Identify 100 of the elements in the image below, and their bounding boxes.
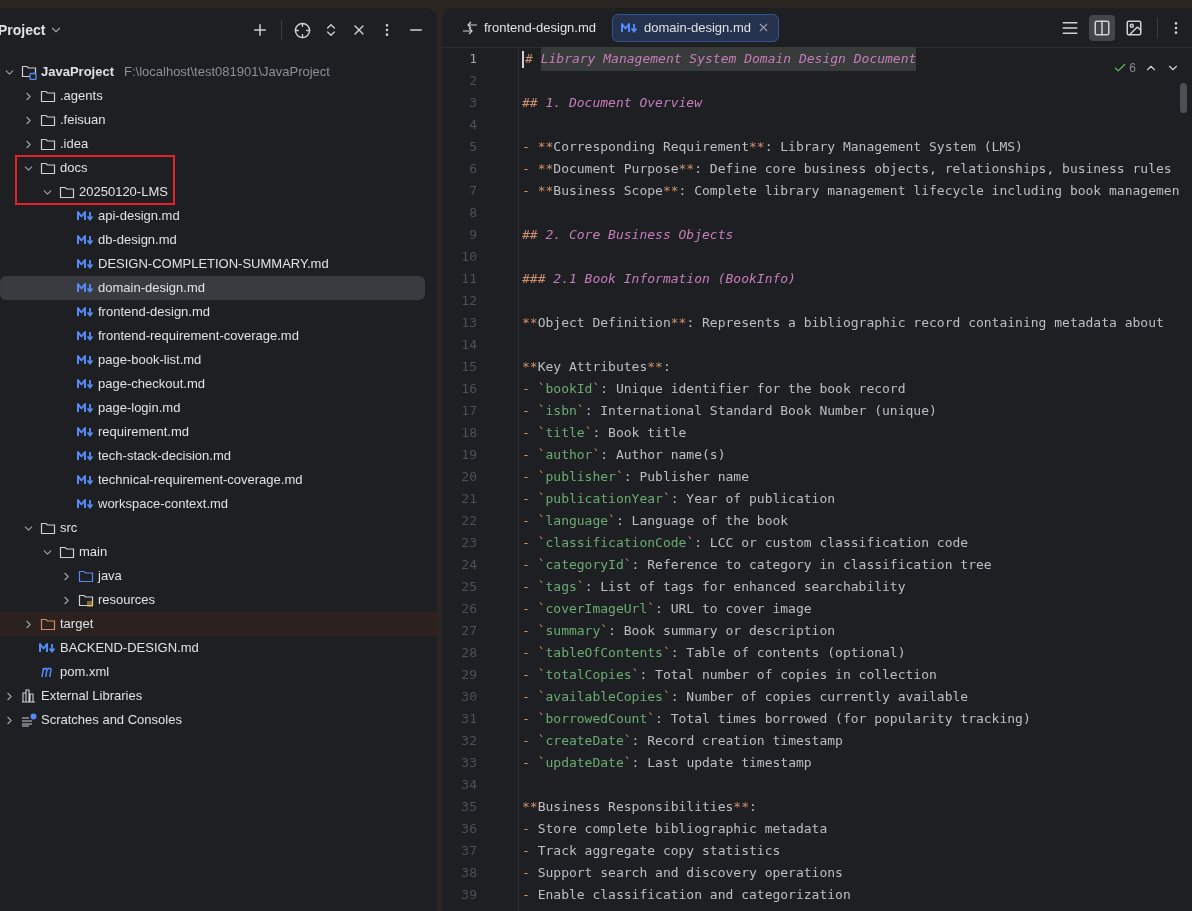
markdown-icon [77, 427, 94, 437]
code-text: - ` [522, 644, 546, 663]
tree-item[interactable]: BACKEND-DESIGN.md [0, 636, 437, 660]
tree-item-label: docs [60, 159, 88, 178]
tree-item-label: tech-stack-decision.md [98, 447, 231, 466]
folder-icon [39, 161, 56, 175]
code-text: - ` [522, 754, 546, 773]
tree-item[interactable]: java [0, 564, 437, 588]
tree-item[interactable]: frontend-design.md [0, 300, 437, 324]
tree-item[interactable]: main [0, 540, 437, 564]
editor-tab[interactable]: frontend-design.md [454, 13, 604, 42]
code-text: - ` [522, 446, 546, 465]
code-text: ` [576, 578, 585, 597]
tree-item[interactable]: External Libraries [0, 684, 437, 708]
code-text: summary [545, 622, 601, 641]
markdown-icon [77, 499, 94, 509]
library-icon [21, 689, 36, 703]
scrollbar[interactable] [1180, 83, 1187, 113]
code-text: 2.1 Book Information (BookInfo) [553, 270, 796, 289]
code-text: ` [592, 380, 601, 399]
tree-item-label: resources [98, 591, 156, 610]
folder-icon [39, 521, 56, 535]
tree-item-label: 20250120-LMS [79, 183, 168, 202]
tree-item-label: domain-design.md [98, 279, 205, 298]
code-text: language [545, 512, 609, 531]
tree-item[interactable]: api-design.md [0, 204, 437, 228]
code-text: title [545, 424, 585, 443]
code-text: - ** [522, 182, 554, 201]
folder-icon [39, 617, 56, 631]
tree-item[interactable]: tech-stack-decision.md [0, 444, 437, 468]
code-text: - ` [522, 424, 546, 443]
code-text: ** [733, 798, 749, 817]
code-text: ` [623, 754, 632, 773]
code-text: Support search and discovery operations [537, 864, 843, 883]
tree-item[interactable]: src [0, 516, 437, 540]
tree-item[interactable]: page-login.md [0, 396, 437, 420]
code-text: 2. Core Business Objects [545, 226, 734, 245]
tree-item-label: technical-requirement-coverage.md [98, 471, 303, 490]
code-text: Key Attributes [537, 358, 648, 377]
tree-item[interactable]: pom.xml [0, 660, 437, 684]
add-icon[interactable] [251, 21, 269, 39]
tree-item[interactable]: requirement.md [0, 420, 437, 444]
editor-tab[interactable]: domain-design.md [612, 13, 779, 42]
tree-item[interactable]: .agents [0, 84, 437, 108]
tree-item[interactable]: page-checkout.md [0, 372, 437, 396]
folder-icon [39, 89, 56, 103]
code-text: Business Responsibilities [537, 798, 734, 817]
code-text: : Language of the book [615, 512, 789, 531]
tree-item[interactable]: resources [0, 588, 437, 612]
tree-item[interactable]: workspace-context.md [0, 492, 437, 516]
code-text: coverImageUrl [545, 600, 648, 619]
code-text: : [662, 358, 671, 377]
code-text: updateDate [545, 754, 624, 773]
tree-item-label: frontend-design.md [98, 303, 210, 322]
tree-item[interactable]: DESIGN-COMPLETION-SUMMARY.md [0, 252, 437, 276]
tree-item[interactable]: .idea [0, 132, 437, 156]
code-text: : Represents a bibliographic record containing metadata about [686, 314, 1164, 333]
code-text: ** [670, 314, 687, 333]
tree-item[interactable]: page-book-list.md [0, 348, 437, 372]
code-text: - ` [522, 666, 546, 685]
tree-item[interactable]: Scratches and Consoles [0, 708, 437, 732]
tree-item-label: page-login.md [98, 399, 181, 418]
code-text: ` [584, 424, 593, 443]
code-text: - [522, 820, 531, 839]
locate-icon[interactable] [294, 21, 311, 39]
markdown-icon [39, 643, 56, 653]
tree-item[interactable]: domain-design.md [0, 276, 425, 300]
code-text: ** [522, 798, 538, 817]
code-text: - ` [522, 710, 546, 729]
tree-item-label: db-design.md [98, 231, 177, 250]
code-text: : [749, 798, 757, 817]
code-text: - ` [522, 688, 546, 707]
markdown-icon [77, 307, 94, 317]
tree-item[interactable]: technical-requirement-coverage.md [0, 468, 437, 492]
markdown-icon [77, 355, 94, 365]
code-text: Track aggregate copy statistics [537, 842, 781, 861]
markdown-icon [77, 211, 94, 221]
code-text: author [545, 446, 593, 465]
code-text: publicationYear [545, 490, 663, 509]
problems-count[interactable]: 6 [1129, 59, 1136, 77]
code-text: - ` [522, 622, 546, 641]
code-text: - ` [522, 402, 546, 421]
folder-icon [39, 137, 56, 151]
code-text: - ` [522, 578, 546, 597]
tree-item[interactable]: db-design.md [0, 228, 437, 252]
tree-item-label: java [98, 567, 122, 586]
tree-item[interactable]: JavaProject F:\localhost\test081901\JavaProject [0, 60, 437, 84]
tree-item[interactable]: target [0, 612, 437, 636]
markdown-icon [77, 403, 94, 413]
code-text: - ` [522, 534, 546, 553]
tree-item-label: .feisuan [60, 111, 106, 130]
tree-item[interactable]: docs [0, 156, 437, 180]
tree-item[interactable]: 20250120-LMS [0, 180, 437, 204]
tree-item[interactable]: .feisuan [0, 108, 437, 132]
code-text: ` [662, 490, 671, 509]
tree-item-label: Scratches and Consoles [41, 711, 182, 730]
code-text: ` [615, 468, 624, 487]
split-view-icon[interactable] [1089, 14, 1115, 41]
code-text: : List of tags for enhanced searchability [584, 578, 906, 597]
tree-item[interactable]: frontend-requirement-coverage.md [0, 324, 437, 348]
